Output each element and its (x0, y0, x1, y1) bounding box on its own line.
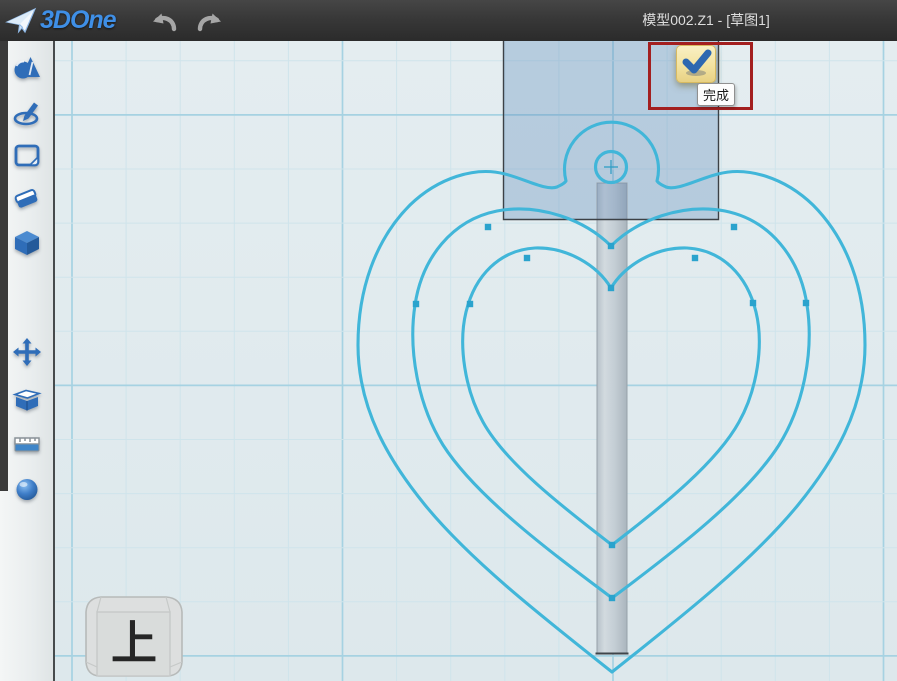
app-logo: 3DOne (5, 5, 116, 35)
eraser-icon (12, 184, 42, 214)
finish-button[interactable] (676, 45, 716, 83)
sidebar-item-measure[interactable] (10, 428, 44, 462)
paper-plane-icon (5, 5, 37, 35)
sidebar-item-eraser[interactable] (10, 183, 44, 217)
primitive-solids-icon (12, 52, 42, 82)
view-cube-front-label: 上 (84, 611, 184, 675)
undo-button[interactable] (148, 6, 182, 36)
window-title: 模型002.Z1 - [草图1] (606, 0, 806, 41)
application-window: 3DOne 模型002.Z1 - [草图1] (0, 0, 897, 681)
extrude-bar (596, 183, 629, 654)
title-bar: 3DOne 模型002.Z1 - [草图1] (0, 0, 897, 42)
feature-cube-icon (12, 228, 42, 258)
sidebar-item-sketch-draw[interactable] (10, 96, 44, 130)
sidebar-item-feature-cube[interactable] (10, 227, 44, 261)
sketch-drawing (55, 41, 897, 681)
material-sphere-icon (12, 474, 42, 504)
sidebar-item-primitive-solids[interactable] (10, 51, 44, 85)
view-cube[interactable]: 上 (84, 595, 184, 679)
toolbox-sidebar (0, 41, 55, 681)
assembly-box-icon (12, 383, 42, 413)
sketch-draw-icon (12, 97, 42, 127)
sidebar-item-sketch-plane[interactable] (10, 140, 44, 174)
measure-ruler-icon (12, 429, 42, 459)
check-icon (677, 46, 715, 80)
redo-icon (193, 6, 225, 34)
sidebar-item-material[interactable] (10, 473, 44, 507)
sidebar-item-move[interactable] (10, 336, 44, 370)
sketch-plane-icon (12, 141, 42, 171)
sidebar-edge-strip (0, 41, 8, 491)
sidebar-item-assembly[interactable] (10, 382, 44, 416)
app-name: 3DOne (40, 6, 116, 35)
redo-button[interactable] (192, 6, 226, 36)
sketch-canvas[interactable]: 完成 上 (55, 41, 897, 681)
undo-icon (149, 6, 181, 34)
finish-tooltip: 完成 (697, 83, 735, 106)
grid-lines (55, 41, 897, 681)
move-arrows-icon (12, 337, 42, 367)
